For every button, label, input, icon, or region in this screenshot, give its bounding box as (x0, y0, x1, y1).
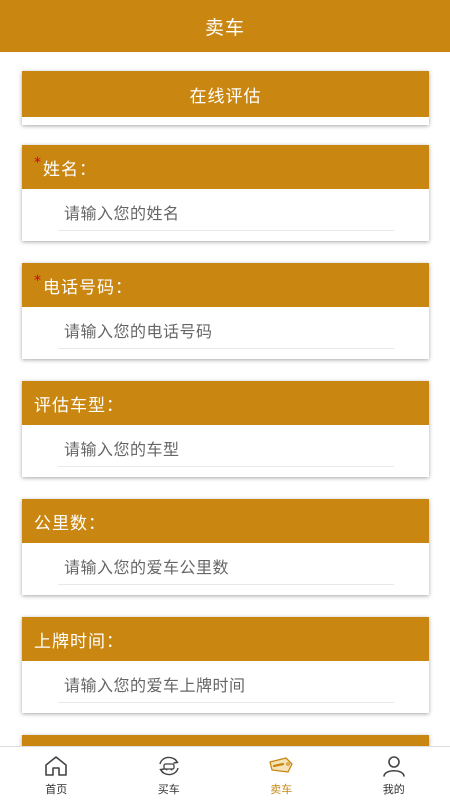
tab-home-label: 首页 (45, 783, 68, 796)
form-scroll-area[interactable]: 在线评估 * 姓名： * 电话号码： 评估车型： 公里数： (0, 52, 450, 746)
tab-sell-car[interactable]: 卖车 (225, 747, 338, 800)
car-model-field-header: 评估车型： (22, 381, 429, 425)
next-field-header (22, 735, 429, 746)
registration-date-input[interactable] (58, 669, 394, 703)
phone-label: 电话号码： (43, 277, 133, 298)
phone-field-body (22, 307, 429, 359)
tab-buy-car[interactable]: 买车 (113, 747, 226, 800)
phone-field-card: * 电话号码： (22, 263, 429, 359)
name-field-card: * 姓名： (22, 145, 429, 241)
online-evaluation-title: 在线评估 (189, 86, 262, 107)
registration-date-field-card: 上牌时间： (22, 617, 429, 713)
next-field-card (22, 735, 429, 746)
user-icon (382, 756, 405, 777)
registration-date-field-header: 上牌时间： (22, 617, 429, 661)
tab-buy-car-label: 买车 (157, 783, 180, 796)
top-bar: 卖车 (0, 0, 450, 52)
sale-tag-icon (269, 757, 293, 773)
name-field-header: * 姓名： (22, 145, 429, 189)
mileage-input[interactable] (58, 551, 394, 585)
required-mark: * (34, 273, 42, 289)
page-title: 卖车 (204, 16, 245, 39)
required-mark: * (34, 155, 42, 171)
name-label: 姓名： (43, 159, 97, 180)
tab-home[interactable]: 首页 (0, 747, 113, 800)
car-model-field-card: 评估车型： (22, 381, 429, 477)
name-input[interactable] (58, 197, 394, 231)
bottom-tab-bar: 首页 买车 卖车 我的 (0, 746, 450, 800)
online-evaluation-card: 在线评估 (22, 71, 429, 125)
mileage-field-card: 公里数： (22, 499, 429, 595)
tab-sell-car-label: 卖车 (270, 783, 293, 796)
online-evaluation-header: 在线评估 (22, 71, 429, 117)
home-icon (45, 756, 68, 776)
phone-field-header: * 电话号码： (22, 263, 429, 307)
name-field-body (22, 189, 429, 241)
mileage-label: 公里数： (34, 513, 106, 534)
car-model-input[interactable] (58, 433, 394, 467)
car-model-field-body (22, 425, 429, 477)
registration-date-label: 上牌时间： (34, 631, 124, 652)
phone-input[interactable] (58, 315, 394, 349)
tab-mine[interactable]: 我的 (338, 747, 450, 800)
mileage-field-body (22, 543, 429, 595)
registration-date-field-body (22, 661, 429, 713)
car-model-label: 评估车型： (34, 395, 124, 416)
car-exchange-icon (158, 756, 179, 776)
mileage-field-header: 公里数： (22, 499, 429, 543)
tab-mine-label: 我的 (382, 783, 405, 796)
